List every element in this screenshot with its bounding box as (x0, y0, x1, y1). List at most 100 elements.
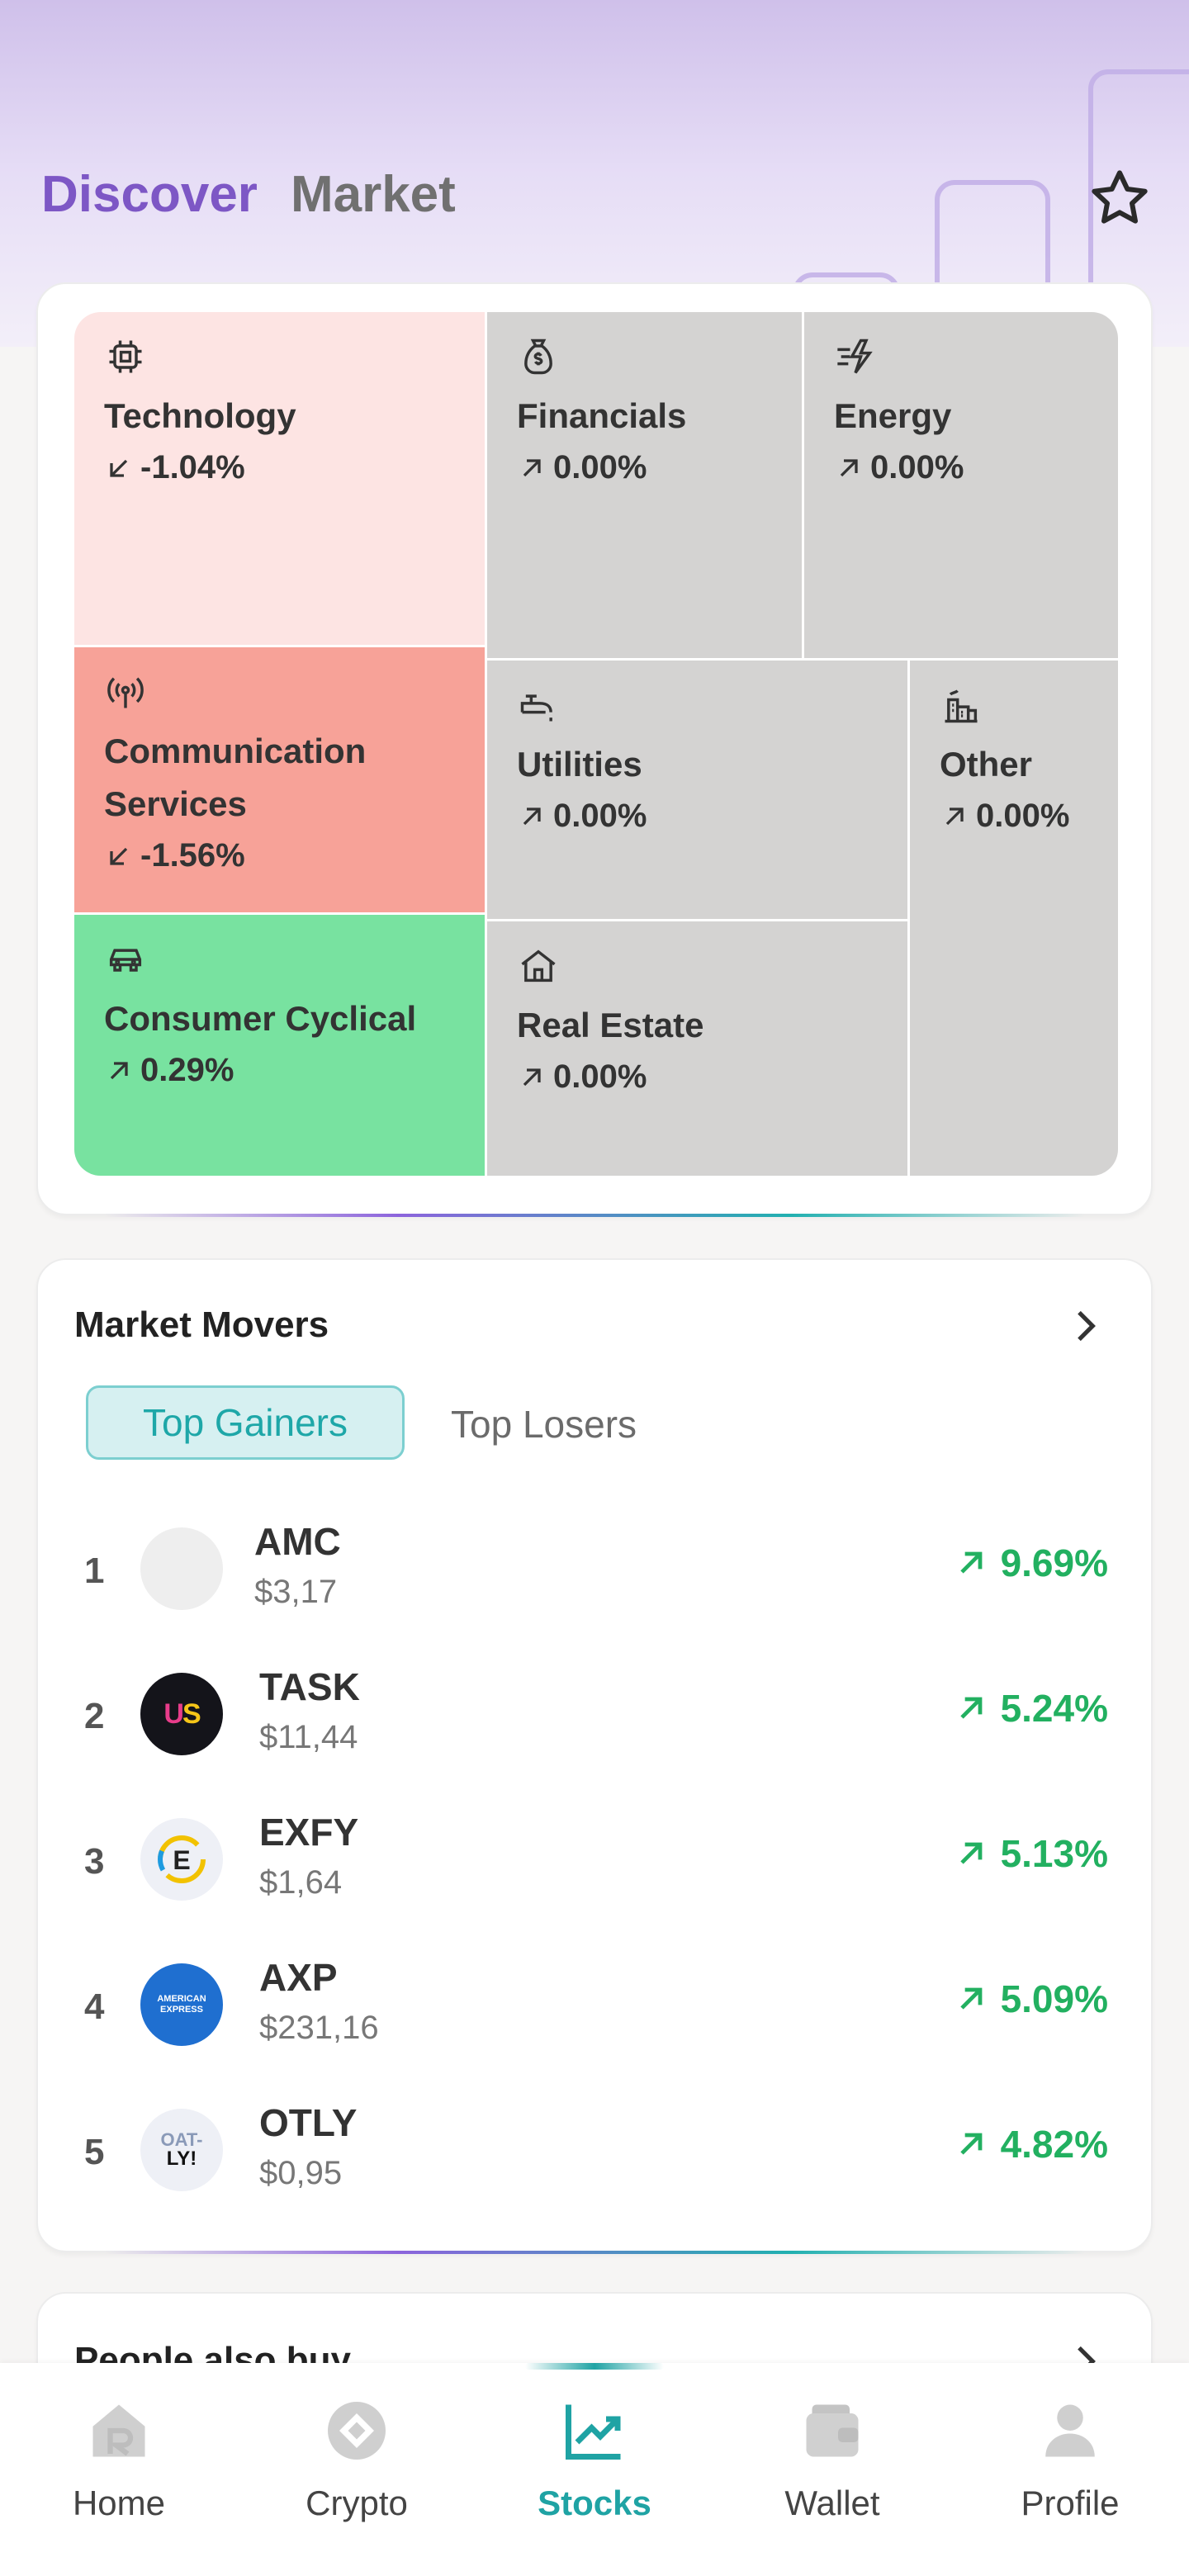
mover-symbol: TASK (259, 1665, 360, 1708)
chip-icon (109, 340, 142, 373)
arrow-up-right-icon (523, 807, 541, 825)
mover-symbol: EXFY (259, 1811, 359, 1854)
bolt-icon (837, 339, 873, 374)
sector-change: 0.00% (940, 798, 1118, 835)
bottom-navigation: Home Crypto Stocks Wallet Profile (0, 2363, 1189, 2576)
mover-price: $3,17 (254, 1574, 338, 1610)
sector-name: Consumer Cyclical (104, 999, 417, 1038)
card-accent-line (104, 2251, 1085, 2254)
mover-row[interactable]: 2 US TASK $11,44 5.24% (38, 1650, 1154, 1795)
sector-tile-real-estate[interactable]: Real Estate 0.00% (487, 921, 910, 1176)
mover-price: $11,44 (259, 1719, 358, 1755)
sector-tile-communication-services[interactable]: Communication Services -1.56% (74, 647, 487, 915)
sector-tile-financials[interactable]: Financials 0.00% (487, 312, 804, 661)
header-tabs: Discover Market (41, 165, 456, 224)
arrow-up-right-icon (523, 1068, 541, 1086)
tab-discover[interactable]: Discover (41, 165, 258, 224)
mover-row[interactable]: 5 OAT- LY! OTLY $0,95 4.82% (38, 2086, 1154, 2231)
arrow-down-left-icon (110, 847, 128, 865)
amex-logo: AMERICAN EXPRESS (140, 1963, 223, 2046)
active-tab-indicator (525, 2363, 664, 2370)
arrow-up-right-icon (959, 1987, 982, 2010)
mover-change: 5.24% (953, 1686, 1108, 1731)
house-icon (521, 949, 556, 983)
sector-name: Energy (834, 396, 952, 435)
star-icon[interactable] (1087, 165, 1153, 231)
wallet-icon (806, 2404, 859, 2457)
amc-logo (140, 1527, 223, 1610)
sector-name-line1: Communication (104, 732, 367, 770)
tab-market[interactable]: Market (291, 165, 456, 224)
arrow-up-right-icon (110, 1061, 128, 1079)
nav-stocks[interactable]: Stocks (476, 2396, 713, 2523)
mover-symbol: AXP (259, 1956, 338, 1999)
sector-change: 0.00% (517, 1058, 907, 1096)
market-movers-card: Market Movers Top Gainers Top Losers 1 A… (36, 1258, 1154, 2254)
sector-change: 0.29% (104, 1052, 485, 1089)
mover-row[interactable]: 3 E EXFY $1,64 5.13% (38, 1795, 1154, 1940)
sector-tile-other[interactable]: Other 0.00% (910, 661, 1118, 1176)
money-bag-icon (524, 339, 552, 375)
arrow-up-right-icon (523, 458, 541, 476)
mover-change: 9.69% (953, 1541, 1108, 1585)
market-movers-title: Market Movers (74, 1305, 329, 1345)
nav-wallet[interactable]: Wallet (713, 2396, 951, 2523)
mover-row[interactable]: 4 AMERICAN EXPRESS AXP $231,16 5.09% (38, 1940, 1154, 2086)
sector-tile-energy[interactable]: Energy 0.00% (804, 312, 1118, 661)
sector-tile-technology[interactable]: Technology -1.04% (74, 312, 487, 647)
nav-profile[interactable]: Profile (951, 2396, 1189, 2523)
nav-label: Profile (1021, 2484, 1120, 2522)
sector-name: Other (940, 745, 1033, 784)
mover-symbol: AMC (254, 1520, 341, 1563)
sector-tile-utilities[interactable]: Utilities 0.00% (487, 661, 910, 921)
chevron-right-icon[interactable] (1062, 1303, 1108, 1349)
sector-name: Financials (517, 396, 687, 435)
mover-price: $1,64 (259, 1864, 343, 1901)
tab-top-gainers[interactable]: Top Gainers (86, 1385, 405, 1460)
arrow-up-right-icon (959, 1697, 982, 1719)
svg-text:E: E (173, 1845, 190, 1875)
mover-price: $231,16 (259, 2010, 379, 2046)
sector-name: Utilities (517, 745, 642, 784)
sector-heatmap-card: Technology -1.04% Financials 0.00% Energ… (36, 282, 1153, 1217)
arrow-up-right-icon (959, 1842, 982, 1864)
nav-label: Wallet (784, 2484, 880, 2522)
exfy-logo: E (140, 1818, 223, 1901)
sector-name: Real Estate (517, 1006, 704, 1044)
arrow-down-left-icon (110, 459, 128, 477)
arrow-up-right-icon (959, 1551, 982, 1574)
nav-label: Stocks (538, 2484, 651, 2522)
arrow-up-right-icon (959, 2133, 982, 2155)
car-icon (109, 949, 142, 972)
arrow-up-right-icon (945, 807, 964, 825)
nav-label: Crypto (306, 2484, 408, 2522)
nav-crypto[interactable]: Crypto (238, 2396, 476, 2523)
sector-name: Technology (104, 396, 296, 435)
nav-home[interactable]: Home (0, 2396, 238, 2523)
sector-tile-consumer-cyclical[interactable]: Consumer Cyclical 0.29% (74, 915, 487, 1176)
mover-change: 5.13% (953, 1831, 1108, 1876)
sector-change: 0.00% (517, 449, 802, 486)
otly-logo: OAT- LY! (140, 2109, 223, 2191)
home-icon (92, 2404, 145, 2457)
sector-heatmap: Technology -1.04% Financials 0.00% Energ… (74, 312, 1118, 1176)
stocks-chart-icon (566, 2404, 621, 2460)
sector-change: -1.56% (104, 837, 485, 874)
crypto-icon (328, 2402, 386, 2460)
mover-rank: 5 (84, 2132, 105, 2172)
mover-price: $0,95 (259, 2155, 343, 2191)
card-accent-line (104, 1214, 1085, 1217)
mover-rank: 4 (84, 1986, 105, 2027)
sector-name-line2: Services (104, 784, 247, 823)
mover-rank: 3 (84, 1841, 105, 1882)
tab-top-losers[interactable]: Top Losers (451, 1402, 637, 1447)
mover-rank: 1 (84, 1551, 105, 1591)
sector-change: -1.04% (104, 449, 485, 486)
sector-change: 0.00% (517, 798, 907, 835)
profile-icon (1045, 2404, 1095, 2457)
mover-row[interactable]: 1 AMC $3,17 9.69% (38, 1504, 1154, 1650)
nav-label: Home (72, 2484, 166, 2522)
sector-change: 0.00% (834, 449, 1118, 486)
mover-change: 5.09% (953, 1977, 1108, 2021)
task-logo: US (140, 1673, 223, 1755)
